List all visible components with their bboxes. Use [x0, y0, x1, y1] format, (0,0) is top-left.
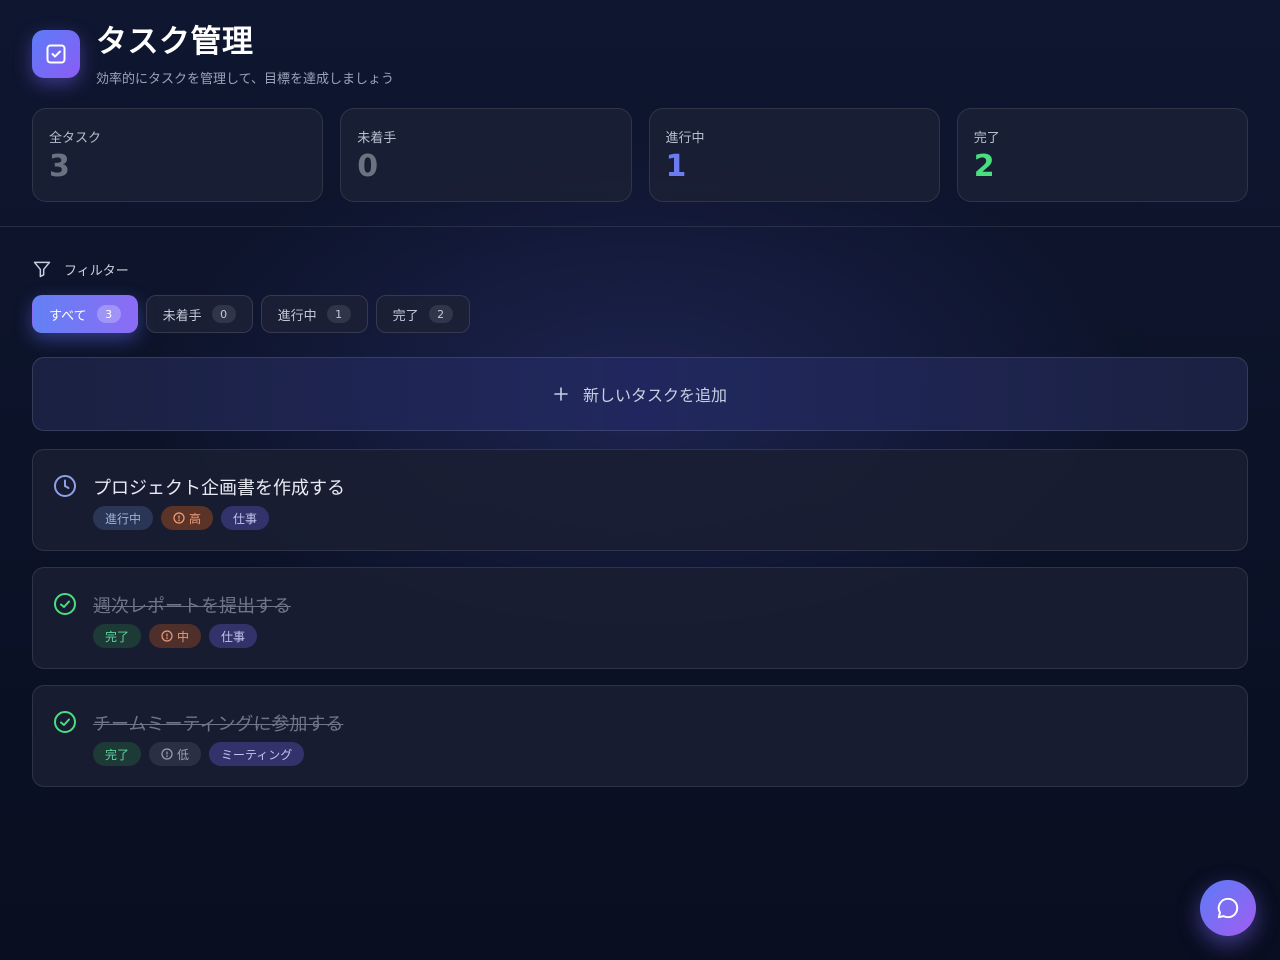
task-card[interactable]: チームミーティングに参加する 完了 低 ミーティング	[32, 685, 1248, 787]
chat-button[interactable]	[1200, 880, 1256, 936]
stat-card-in-progress: 進行中 1	[648, 108, 940, 202]
stat-label: 未着手	[357, 131, 397, 146]
task-tags: 完了 低 ミーティング	[93, 742, 305, 766]
filter-tab-done[interactable]: 完了 2	[375, 295, 470, 333]
filter-tab-label: 完了	[392, 308, 419, 324]
priority-badge: 低	[149, 742, 202, 766]
check-square-icon	[32, 30, 80, 78]
page-title: タスク管理	[96, 24, 254, 60]
priority-label: 高	[189, 511, 202, 526]
status-badge: 完了	[93, 624, 142, 648]
task-title: 週次レポートを提出する	[93, 596, 291, 617]
category-badge: 仕事	[221, 506, 270, 530]
chat-bubble-icon	[1215, 895, 1241, 921]
priority-badge: 高	[161, 506, 214, 530]
app-header: タスク管理 効率的にタスクを管理して、目標を達成しましょう	[32, 26, 394, 87]
status-badge: 進行中	[93, 506, 154, 530]
plus-icon	[553, 386, 569, 402]
alert-circle-icon	[161, 630, 173, 642]
filter-tab-count: 1	[326, 305, 351, 323]
stat-card-todo: 未着手 0	[340, 108, 632, 202]
priority-label: 中	[177, 629, 190, 644]
add-task-label: 新しいタスクを追加	[582, 386, 727, 405]
stat-value: 2	[973, 149, 995, 184]
stat-value: 0	[357, 149, 379, 184]
clock-icon[interactable]	[53, 474, 77, 498]
task-tags: 完了 中 仕事	[93, 624, 258, 648]
stat-card-done: 完了 2	[956, 108, 1248, 202]
filter-label: フィルター	[64, 263, 129, 279]
filter-tab-all[interactable]: すべて 3	[32, 295, 138, 333]
filter-tab-label: 進行中	[277, 308, 317, 324]
category-badge: ミーティング	[209, 742, 305, 766]
stat-label: 完了	[973, 131, 1000, 146]
stat-label: 全タスク	[49, 131, 102, 146]
filter-tab-count: 0	[211, 305, 236, 323]
filter-icon	[32, 259, 52, 279]
priority-badge: 中	[149, 624, 202, 648]
check-circle-icon[interactable]	[53, 710, 77, 734]
filter-tab-todo[interactable]: 未着手 0	[145, 295, 253, 333]
page-subtitle: 効率的にタスクを管理して、目標を達成しましょう	[96, 72, 394, 87]
category-badge: 仕事	[209, 624, 258, 648]
alert-circle-icon	[161, 748, 173, 760]
filter-tab-count: 3	[96, 305, 121, 323]
divider	[0, 226, 1280, 227]
stats-row: 全タスク 3 未着手 0 進行中 1 完了 2	[32, 108, 1248, 202]
task-tags: 進行中 高 仕事	[93, 506, 270, 530]
stat-label: 進行中	[665, 131, 705, 146]
stat-card-total: 全タスク 3	[32, 108, 324, 202]
task-card[interactable]: 週次レポートを提出する 完了 中 仕事	[32, 567, 1248, 669]
check-circle-icon[interactable]	[53, 592, 77, 616]
filter-tab-label: すべて	[49, 308, 87, 324]
task-card[interactable]: プロジェクト企画書を作成する 進行中 高 仕事	[32, 449, 1248, 551]
stat-value: 1	[665, 149, 687, 184]
priority-label: 低	[177, 747, 190, 762]
filter-tab-in-progress[interactable]: 進行中 1	[260, 295, 368, 333]
filter-tab-label: 未着手	[162, 308, 202, 324]
stat-value: 3	[49, 149, 70, 184]
filter-heading: フィルター	[32, 259, 129, 279]
task-title: チームミーティングに参加する	[93, 714, 344, 735]
filter-tab-count: 2	[428, 305, 453, 323]
task-title: プロジェクト企画書を作成する	[93, 478, 345, 499]
filter-tabs: すべて 3 未着手 0 進行中 1 完了 2	[32, 295, 470, 333]
alert-circle-icon	[173, 512, 185, 524]
add-task-button[interactable]: 新しいタスクを追加	[32, 357, 1248, 431]
status-badge: 完了	[93, 742, 142, 766]
